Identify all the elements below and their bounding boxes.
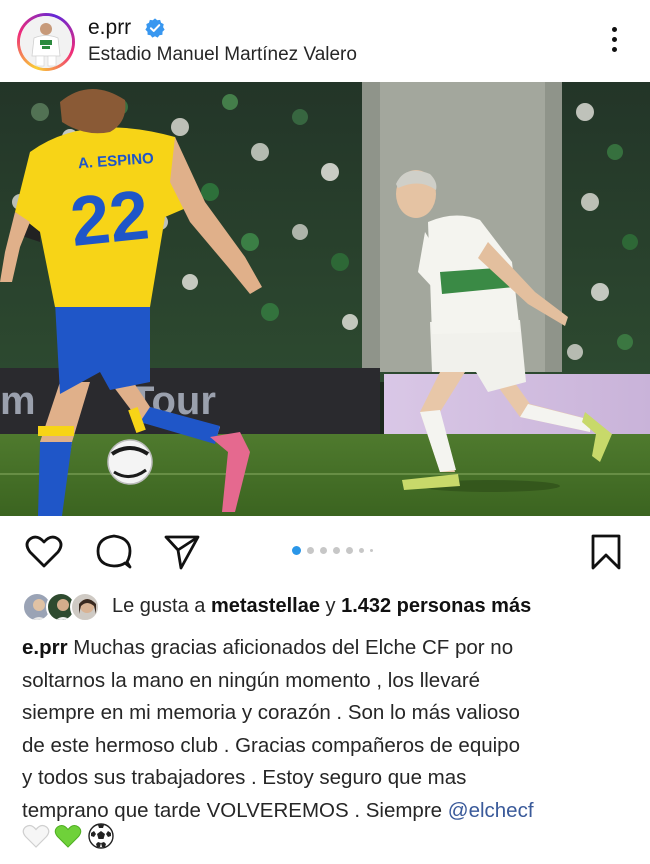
heart-icon[interactable] <box>24 532 64 572</box>
white-heart-icon <box>22 822 50 850</box>
carousel-dot[interactable] <box>333 547 340 554</box>
liker-avatar[interactable] <box>70 592 100 622</box>
soccer-ball-icon <box>87 822 115 850</box>
green-heart-icon <box>54 822 82 850</box>
post-caption: e.prr Muchas gracias aficionados del Elc… <box>22 632 634 828</box>
post-username[interactable]: e.prr <box>88 16 131 40</box>
match-photo: m Tour 22 A. ESPINO <box>0 82 650 516</box>
likes-summary: Le gusta a metastellae y 1.432 personas … <box>112 595 531 618</box>
likes-others-count[interactable]: 1.432 personas más <box>341 595 531 617</box>
carousel-dot[interactable] <box>346 547 353 554</box>
carousel-dot[interactable] <box>320 547 327 554</box>
verified-badge-icon <box>144 17 166 39</box>
carousel-dot[interactable] <box>307 547 314 554</box>
carousel-dot[interactable] <box>370 549 373 552</box>
caption-emojis <box>22 822 115 854</box>
carousel-dot[interactable] <box>359 548 364 553</box>
post-photo[interactable]: m Tour 22 A. ESPINO <box>0 82 650 516</box>
story-ring[interactable] <box>17 13 75 71</box>
soccer-ball <box>107 439 153 485</box>
post-location[interactable]: Estadio Manuel Martínez Valero <box>88 44 357 66</box>
caption-line: de este hermoso club . Gracias compañero… <box>22 733 520 757</box>
jersey-number: 22 <box>67 175 153 261</box>
more-vertical-icon[interactable] <box>600 24 628 58</box>
board-text-left: m <box>0 379 36 423</box>
liked-by-username[interactable]: metastellae <box>211 595 320 617</box>
mention-link[interactable]: @elchecf <box>448 799 534 822</box>
bookmark-icon[interactable] <box>586 532 626 572</box>
comment-icon[interactable] <box>94 532 134 572</box>
avatar[interactable] <box>20 16 72 68</box>
post-header: e.prr Estadio Manuel Martínez Valero <box>0 0 650 82</box>
caption-line: siempre en mi memoria y corazón . Son lo… <box>22 701 520 725</box>
caption-line: Muchas gracias aficionados del Elche CF … <box>67 636 514 659</box>
caption-line: y todos sus trabajadores . Estoy seguro … <box>22 766 467 790</box>
caption-username[interactable]: e.prr <box>22 636 68 659</box>
likes-prefix: Le gusta a <box>112 595 206 617</box>
likes-conjunction: y <box>325 595 336 617</box>
carousel-dot-active[interactable] <box>292 546 301 555</box>
caption-line: temprano que tarde VOLVEREMOS . Siempre <box>22 798 448 822</box>
send-icon[interactable] <box>162 532 202 572</box>
caption-line: soltarnos la mano en ningún momento , lo… <box>22 668 481 692</box>
likes-row[interactable]: Le gusta a metastellae y 1.432 personas … <box>22 590 642 624</box>
